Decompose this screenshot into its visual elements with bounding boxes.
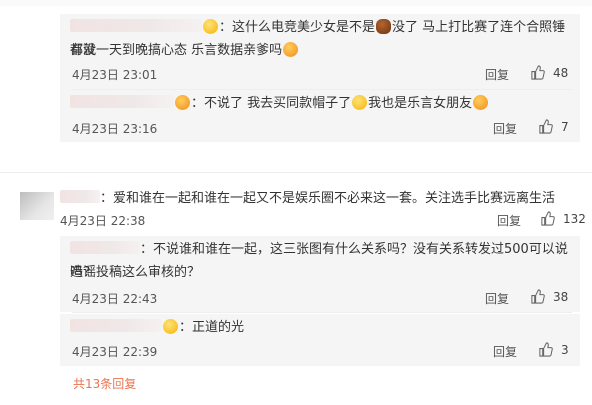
avatar[interactable]	[20, 192, 54, 220]
thumbs-up-icon	[539, 119, 553, 134]
like-button[interactable]: 132	[540, 211, 586, 226]
reply-time: 4月23日 23:16	[72, 122, 158, 136]
like-button[interactable]: 38	[530, 289, 568, 304]
emoji-icon	[163, 319, 178, 334]
more-replies-link[interactable]: 共13条回复	[73, 375, 136, 392]
comment-time: 4月23日 22:38	[60, 214, 146, 228]
like-count: 3	[561, 342, 569, 357]
username-blurred[interactable]	[70, 19, 202, 32]
emoji-icon	[175, 95, 190, 110]
reply-text: ：正道的光	[70, 316, 570, 339]
username-blurred[interactable]	[60, 190, 100, 203]
reply-time: 4月23日 22:43	[72, 292, 158, 306]
reply-button[interactable]: 回复	[493, 120, 517, 137]
divider	[72, 312, 572, 313]
shocked-emoji-icon	[283, 42, 299, 57]
thumbs-up-icon	[531, 65, 545, 80]
like-count: 132	[563, 211, 586, 226]
like-count: 48	[553, 65, 569, 80]
username-blurred[interactable]	[70, 95, 174, 108]
reply-text-part: 这什么电竞美少女是不是	[232, 20, 376, 35]
main-comment-text: ：爱和谁在一起和谁在一起又不是娱乐圈不必来这一套。关注选手比赛远离生活	[60, 190, 555, 208]
username-blurred[interactable]	[70, 319, 162, 332]
horse-emoji-icon	[376, 19, 392, 34]
reply-item: ：不说谁和谁在一起，这三张图有什么关系吗？没有关系转发过500可以说造谣 吗？投…	[60, 236, 580, 312]
smug-emoji-icon	[473, 95, 489, 110]
like-button[interactable]: 3	[538, 342, 569, 357]
username-blurred[interactable]	[70, 241, 140, 254]
reply-time: 4月23日 23:01	[72, 68, 158, 82]
reply-item: ：这什么电竞美少女是不是 没了 马上打比赛了连个合照锤都没 有就一天到晚搞心态 乐…	[60, 14, 580, 94]
reply-text-line2: 吗？投稿这么审核的？	[70, 265, 201, 280]
reply-text-line2: 有就一天到晚搞心态 乐言数据亲爹吗	[70, 39, 570, 62]
thumbs-up-icon	[539, 342, 553, 357]
previous-content-strip	[0, 0, 592, 6]
like-count: 38	[553, 289, 569, 304]
reply-button[interactable]: 回复	[493, 343, 517, 360]
reply-item: ：正道的光 4月23日 22:39 回复 3	[60, 314, 580, 366]
emoji-icon	[203, 19, 218, 34]
cat-emoji-icon	[352, 95, 368, 110]
reply-item: ：不说了 我去买同款帽子了 我也是乐言女朋友 4月23日 23:16 回复 7	[60, 92, 580, 142]
reply-button[interactable]: 回复	[497, 212, 521, 229]
thumbs-up-icon	[541, 211, 555, 226]
like-button[interactable]: 7	[538, 119, 569, 134]
like-count: 7	[561, 119, 569, 134]
divider	[72, 89, 572, 90]
reply-time: 4月23日 22:39	[72, 345, 158, 359]
thumbs-up-icon	[531, 289, 545, 304]
reply-text: ：不说了 我去买同款帽子了 我也是乐言女朋友	[70, 92, 570, 115]
reply-button[interactable]: 回复	[485, 66, 509, 83]
like-button[interactable]: 48	[530, 65, 568, 80]
reply-button[interactable]: 回复	[485, 290, 509, 307]
comment-divider	[0, 172, 592, 173]
